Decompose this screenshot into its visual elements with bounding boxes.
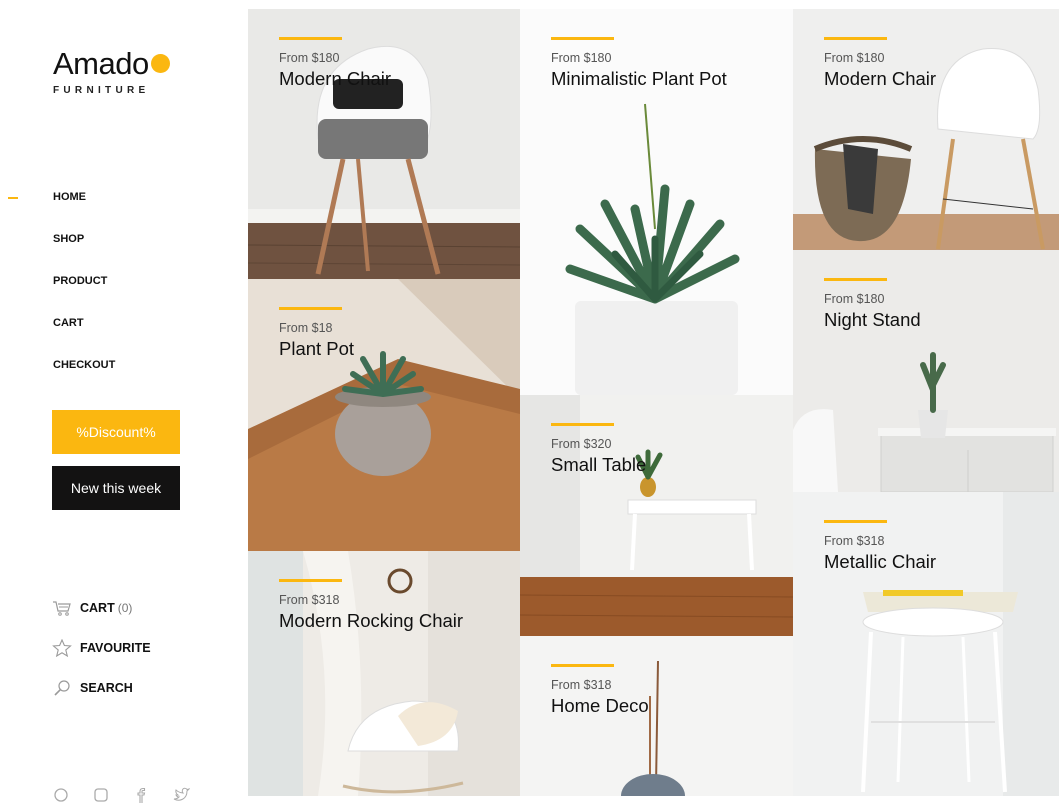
product-price: From $320 — [551, 437, 612, 451]
logo[interactable]: Amado FURNITURE — [53, 48, 170, 96]
nav-item-home[interactable]: HOME — [53, 190, 115, 232]
new-this-week-button[interactable]: New this week — [52, 466, 180, 510]
logo-dot-icon — [150, 54, 170, 73]
active-nav-marker — [8, 197, 18, 199]
utility-links: CART (0) FAVOURITE SEARCH — [52, 599, 151, 719]
product-caption: From $318 Modern Rocking Chair — [279, 579, 463, 632]
accent-line — [551, 664, 614, 667]
accent-line — [824, 37, 887, 40]
product-name: Home Deco — [551, 695, 649, 716]
product-caption: From $318 Metallic Chair — [824, 520, 936, 573]
favourite-label: FAVOURITE — [80, 641, 151, 655]
instagram-icon[interactable] — [92, 786, 110, 804]
product-caption: From $320 Small Table — [551, 423, 646, 476]
product-name: Night Stand — [824, 309, 921, 330]
accent-line — [279, 37, 342, 40]
product-card[interactable]: From $18 Plant Pot — [248, 279, 520, 551]
product-price: From $318 — [279, 593, 340, 607]
cart-link[interactable]: CART (0) — [52, 599, 151, 639]
product-card[interactable]: From $180 Night Stand — [793, 250, 1059, 492]
product-caption: From $180 Minimalistic Plant Pot — [551, 37, 727, 90]
star-icon — [52, 638, 72, 658]
product-caption: From $18 Plant Pot — [279, 307, 354, 360]
accent-line — [279, 579, 342, 582]
cart-icon — [52, 599, 72, 617]
product-card[interactable]: From $180 Modern Chair — [793, 9, 1059, 250]
product-card[interactable]: From $318 Metallic Chair — [793, 492, 1059, 796]
accent-line — [824, 278, 887, 281]
cart-count: (0) — [117, 601, 133, 615]
facebook-icon[interactable] — [132, 786, 150, 804]
main-nav: HOME SHOP PRODUCT CART CHECKOUT — [53, 190, 115, 400]
logo-wordmark: Amado — [53, 46, 149, 81]
discount-button[interactable]: %Discount% — [52, 410, 180, 454]
product-price: From $180 — [551, 51, 612, 65]
nav-item-shop[interactable]: SHOP — [53, 232, 115, 274]
product-price: From $18 — [279, 321, 333, 335]
product-caption: From $318 Home Deco — [551, 664, 649, 717]
nav-item-cart[interactable]: CART — [53, 316, 115, 358]
social-links — [52, 786, 191, 804]
nav-item-checkout[interactable]: CHECKOUT — [53, 358, 115, 400]
sidebar: Amado FURNITURE HOME SHOP PRODUCT CART C… — [0, 0, 248, 803]
favourite-link[interactable]: FAVOURITE — [52, 638, 151, 679]
product-price: From $180 — [279, 51, 340, 65]
product-name: Metallic Chair — [824, 551, 937, 572]
product-card[interactable]: From $318 Home Deco — [520, 636, 793, 796]
product-name: Minimalistic Plant Pot — [551, 68, 727, 89]
product-price: From $180 — [824, 51, 885, 65]
logo-tagline: FURNITURE — [53, 85, 150, 96]
product-price: From $318 — [551, 678, 612, 692]
product-card[interactable]: From $180 Modern Chair — [248, 9, 520, 279]
product-caption: From $180 Modern Chair — [824, 37, 936, 90]
accent-line — [824, 520, 887, 523]
product-card[interactable]: From $320 Small Table — [520, 395, 793, 636]
accent-line — [551, 423, 614, 426]
product-name: Small Table — [551, 454, 647, 475]
twitter-icon[interactable] — [172, 786, 191, 804]
product-card[interactable]: From $180 Minimalistic Plant Pot — [520, 9, 793, 395]
nav-item-product[interactable]: PRODUCT — [53, 274, 115, 316]
product-price: From $318 — [824, 534, 885, 548]
accent-line — [551, 37, 614, 40]
product-name: Modern Rocking Chair — [279, 610, 464, 631]
product-name: Plant Pot — [279, 338, 355, 359]
search-icon — [52, 679, 72, 697]
search-link[interactable]: SEARCH — [52, 679, 151, 719]
product-name: Modern Chair — [824, 68, 937, 89]
accent-line — [279, 307, 342, 310]
product-caption: From $180 Night Stand — [824, 278, 921, 331]
product-caption: From $180 Modern Chair — [279, 37, 391, 90]
product-card[interactable]: From $318 Modern Rocking Chair — [248, 551, 520, 796]
search-label: SEARCH — [80, 681, 133, 695]
cart-label: CART — [80, 601, 115, 615]
product-name: Modern Chair — [279, 68, 392, 89]
product-price: From $180 — [824, 292, 885, 306]
pinterest-icon[interactable] — [52, 786, 70, 804]
